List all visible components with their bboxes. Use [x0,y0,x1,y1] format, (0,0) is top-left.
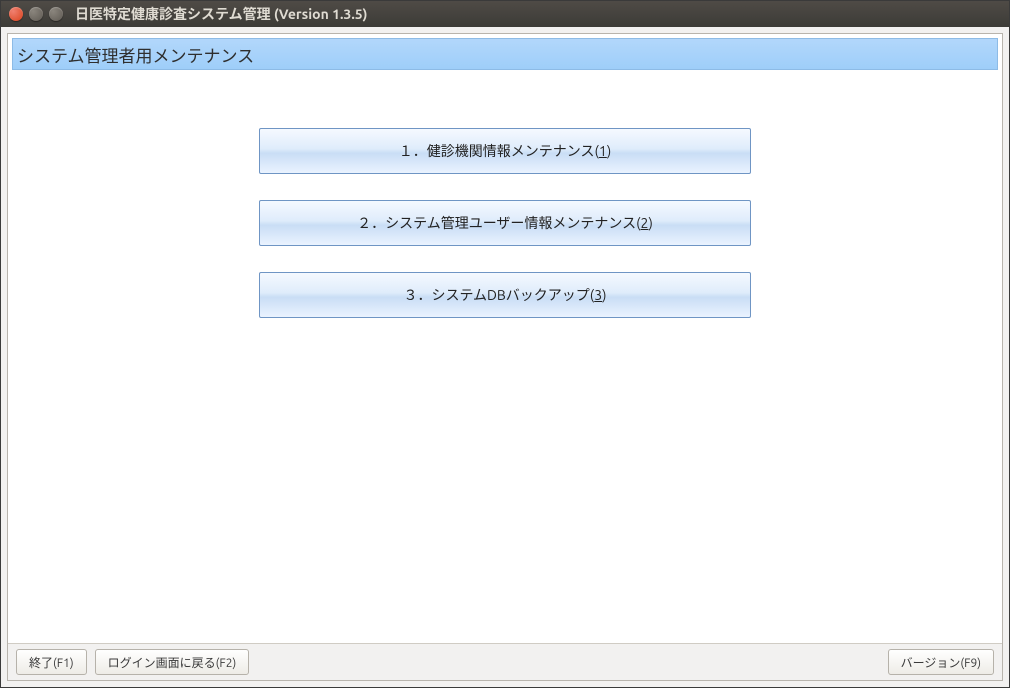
exit-button[interactable]: 終了(F1) [16,649,87,675]
page-title: システム管理者用メンテナンス [17,42,254,67]
maximize-icon[interactable] [49,7,63,21]
back-to-login-button-label: ログイン画面に戻る(F2) [108,654,237,671]
back-to-login-button[interactable]: ログイン画面に戻る(F2) [95,649,250,675]
window-title: 日医特定健康診査システム管理 (Version 1.3.5) [75,4,368,24]
menu-btn-db-backup[interactable]: ３．システムDBバックアップ(3) [259,272,751,318]
footer-toolbar: 終了(F1) ログイン画面に戻る(F2) バージョン(F9) [8,643,1002,680]
minimize-icon[interactable] [29,7,43,21]
exit-button-label: 終了(F1) [29,654,74,671]
version-button[interactable]: バージョン(F9) [888,649,994,675]
menu-btn-user-maintenance[interactable]: ２．システム管理ユーザー情報メンテナンス(2) [259,200,751,246]
menu-btn-institution-maintenance[interactable]: １．健診機関情報メンテナンス(1) [259,128,751,174]
menu-btn-label: １．健診機関情報メンテナンス(1) [399,141,611,161]
version-button-label: バージョン(F9) [901,654,981,671]
menu-btn-label: ３．システムDBバックアップ(3) [403,285,606,305]
main-menu: １．健診機関情報メンテナンス(1) ２．システム管理ユーザー情報メンテナンス(2… [8,70,1002,643]
titlebar: 日医特定健康診査システム管理 (Version 1.3.5) [1,1,1009,27]
close-icon[interactable] [9,7,23,21]
client-area: システム管理者用メンテナンス １．健診機関情報メンテナンス(1) ２．システム管… [7,33,1003,681]
page-header: システム管理者用メンテナンス [12,38,998,70]
menu-btn-label: ２．システム管理ユーザー情報メンテナンス(2) [357,213,653,233]
application-window: 日医特定健康診査システム管理 (Version 1.3.5) システム管理者用メ… [0,0,1010,688]
